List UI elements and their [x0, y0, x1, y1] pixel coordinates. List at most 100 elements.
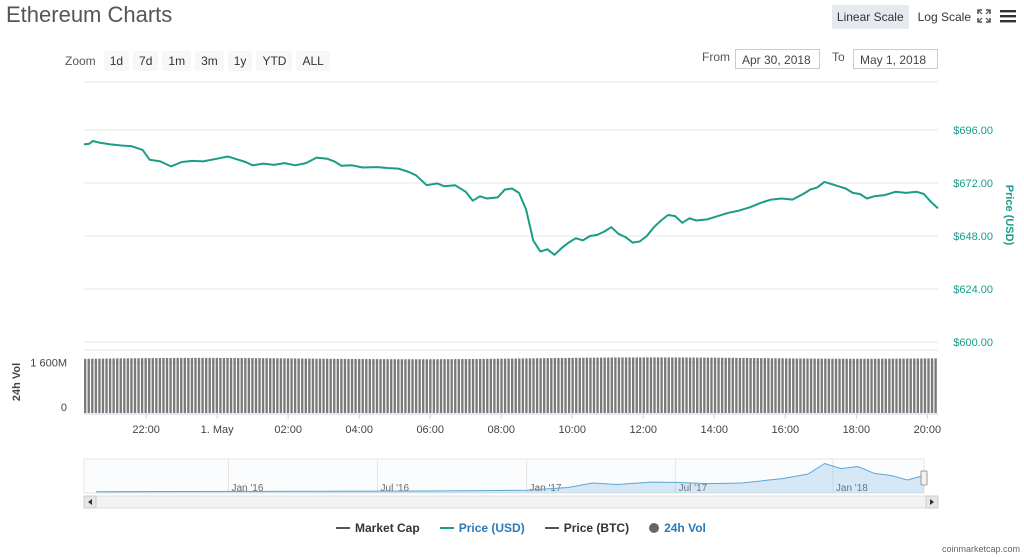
- volume-bar: [478, 358, 482, 413]
- volume-bar: [155, 358, 158, 413]
- volume-bar: [254, 358, 258, 413]
- volume-tick-label: 1 600M: [30, 358, 67, 370]
- volume-bar: [443, 359, 446, 413]
- volume-bar: [514, 358, 517, 413]
- volume-bar: [379, 359, 382, 413]
- volume-bar: [354, 359, 357, 413]
- volume-bar: [187, 357, 190, 413]
- volume-bar: [489, 358, 493, 413]
- volume-bar: [148, 358, 151, 413]
- volume-bar: [84, 358, 87, 413]
- x-tick-label: 02:00: [274, 424, 302, 436]
- volume-bar: [784, 358, 788, 413]
- volume-bar: [98, 358, 101, 413]
- volume-bar: [781, 358, 784, 413]
- legend-24h-vol[interactable]: 24h Vol: [649, 521, 706, 535]
- volume-bar: [315, 358, 318, 413]
- volume-bar: [628, 357, 631, 413]
- volume-bar: [646, 357, 649, 413]
- volume-bar: [361, 359, 364, 413]
- legend-market-cap[interactable]: Market Cap: [336, 521, 420, 535]
- volume-bar: [471, 358, 475, 413]
- volume-bar: [888, 358, 891, 413]
- volume-bar: [279, 358, 283, 413]
- volume-bar: [696, 357, 699, 413]
- volume-bar: [101, 358, 105, 413]
- volume-bar: [703, 357, 706, 413]
- volume-bar: [414, 359, 418, 413]
- volume-bar: [140, 358, 144, 413]
- volume-bar: [767, 358, 770, 413]
- volume-bar: [639, 357, 642, 413]
- volume-bar: [336, 358, 339, 413]
- volume-bar: [841, 358, 845, 413]
- volume-bar: [596, 357, 599, 413]
- volume-bar: [286, 358, 290, 413]
- legend-price-btc-swatch: [544, 527, 559, 529]
- volume-bar: [240, 358, 243, 413]
- x-tick-label: 04:00: [345, 424, 373, 436]
- volume-bar: [397, 359, 400, 413]
- price-axis-title: Price (USD): [1003, 185, 1015, 246]
- legend-24h-vol-swatch: [649, 523, 660, 533]
- volume-bar: [678, 357, 681, 413]
- volume-bar: [457, 359, 460, 413]
- volume-bar: [930, 358, 934, 413]
- volume-bar: [738, 357, 742, 413]
- volume-bar: [464, 359, 468, 413]
- volume-bar: [706, 357, 710, 413]
- volume-bar: [169, 357, 172, 413]
- volume-bar: [916, 358, 920, 413]
- volume-bar: [172, 357, 176, 413]
- volume-bar: [500, 358, 503, 413]
- volume-bar: [788, 358, 791, 413]
- volume-bar: [692, 357, 695, 413]
- volume-bar: [357, 359, 361, 413]
- volume-bar: [251, 358, 254, 413]
- volume-bar: [635, 357, 638, 413]
- volume-bar: [792, 358, 795, 413]
- volume-bar: [475, 358, 478, 413]
- volume-bar: [742, 357, 745, 413]
- volume-bar: [642, 357, 646, 413]
- legend-price-usd[interactable]: Price (USD): [439, 521, 525, 535]
- volume-bar: [660, 357, 663, 413]
- volume-bar: [923, 358, 927, 413]
- credits[interactable]: coinmarketcap.com: [942, 544, 1020, 554]
- volume-bar: [197, 357, 201, 413]
- x-tick-label: 10:00: [558, 424, 586, 436]
- volume-bar: [176, 357, 179, 413]
- volume-bar: [539, 358, 542, 413]
- volume-bar: [390, 359, 393, 413]
- legend-price-btc[interactable]: Price (BTC): [544, 521, 629, 535]
- price-series-line: [83, 140, 939, 256]
- volume-bar: [934, 358, 937, 413]
- volume-bar: [553, 358, 557, 413]
- volume-bar: [308, 358, 311, 413]
- volume-bar: [87, 358, 90, 413]
- volume-bar: [318, 358, 322, 413]
- volume-bar: [180, 357, 183, 413]
- volume-bar: [817, 358, 820, 413]
- volume-bar: [386, 359, 389, 413]
- volume-bar: [290, 358, 293, 413]
- volume-bar: [557, 358, 560, 413]
- volume-bar: [571, 357, 574, 413]
- volume-bar: [322, 358, 325, 413]
- volume-bar: [422, 359, 425, 413]
- volume-bar: [301, 358, 304, 413]
- volume-bar: [350, 358, 354, 413]
- volume-tick-label: 0: [61, 402, 67, 414]
- volume-bar: [881, 358, 884, 413]
- volume-bar: [94, 358, 98, 413]
- volume-bar: [144, 358, 147, 413]
- volume-bar: [909, 358, 912, 413]
- volume-bar: [162, 358, 165, 413]
- volume-bar: [528, 358, 532, 413]
- volume-bar: [838, 358, 841, 413]
- volume-bar: [898, 358, 902, 413]
- volume-bar: [276, 358, 279, 413]
- x-tick-label: 22:00: [132, 424, 160, 436]
- volume-bar: [222, 357, 226, 413]
- volume-bar: [151, 358, 154, 413]
